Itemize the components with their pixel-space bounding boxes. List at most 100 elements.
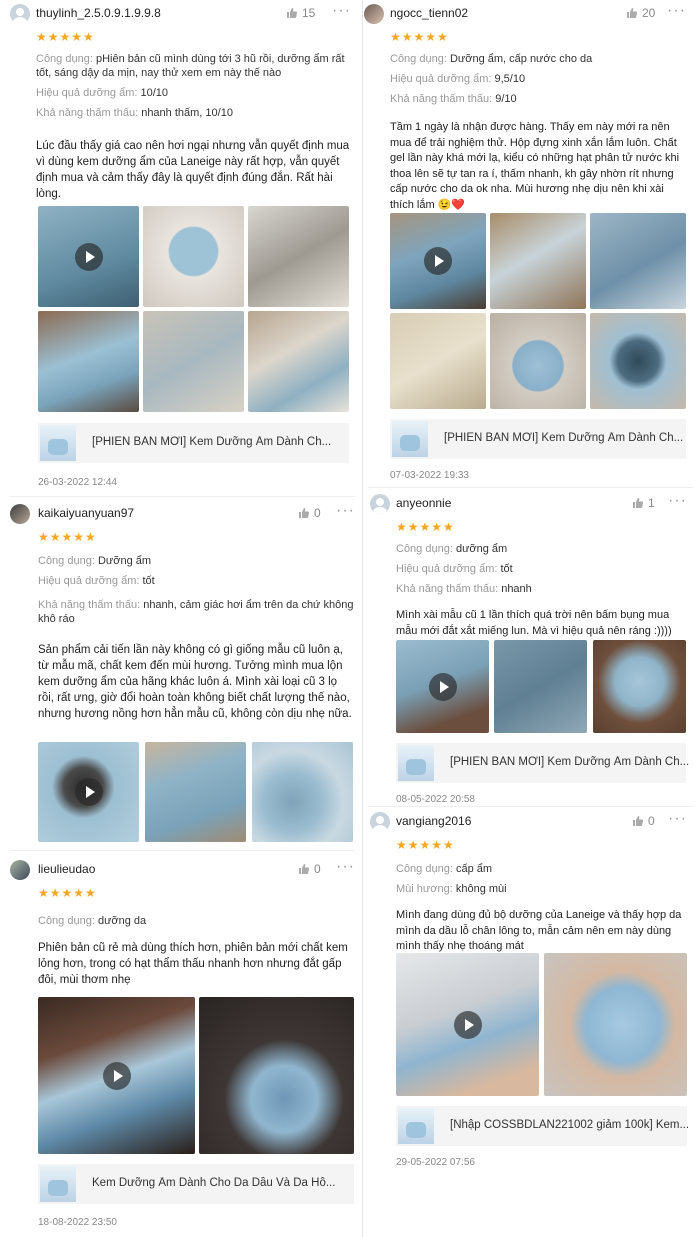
review-photo[interactable] — [143, 311, 244, 412]
review-photo[interactable] — [252, 742, 353, 842]
review-photo[interactable] — [248, 311, 349, 412]
review-date: 18-08-2022 23:50 — [38, 1217, 117, 1228]
play-icon[interactable] — [453, 1010, 482, 1039]
username[interactable]: ngocc_tienn02 — [390, 6, 468, 20]
play-icon[interactable] — [424, 247, 452, 275]
default-avatar-icon[interactable] — [10, 4, 30, 24]
attribute-value: tốt — [139, 575, 155, 587]
more-dots-icon[interactable]: ··· — [668, 492, 687, 510]
like-count: 15 — [302, 6, 316, 20]
like-button[interactable]: 0 — [298, 506, 321, 520]
like-button[interactable]: 0 — [298, 862, 321, 876]
review-photo[interactable] — [145, 742, 246, 842]
product-name: [PHIÊN BẢN MỚI] Kem Dưỡng Ẩm Dành Ch... — [444, 432, 684, 444]
review-video[interactable] — [390, 213, 486, 309]
more-dots-icon[interactable]: ··· — [668, 810, 687, 828]
product-thumbnail — [398, 745, 434, 781]
play-icon[interactable] — [428, 672, 457, 701]
star-rating: ★★★★★ — [38, 530, 97, 544]
more-dots-icon[interactable]: ··· — [336, 502, 355, 520]
review-photo[interactable] — [544, 953, 687, 1096]
attribute-key: Hiệu quả dưỡng ẩm: — [38, 575, 140, 587]
review-photo[interactable] — [590, 313, 686, 409]
review-video[interactable] — [38, 997, 195, 1154]
product-link[interactable]: [Nhập COSSBDLAN221002 giảm 100k] Kem... — [396, 1106, 689, 1146]
review-photo[interactable] — [199, 997, 354, 1154]
attribute-value: cấp ẩm — [452, 863, 493, 875]
attribute-key: Khả năng thấm thấu: — [36, 107, 139, 119]
attribute-value: 9,5/10 — [491, 73, 526, 85]
product-link[interactable]: [PHIÊN BẢN MỚI] Kem Dưỡng Ẩm Dành Ch... — [38, 423, 349, 463]
review-card: vangiang2016 0 ··· ★★★★★ Công dụng: cấp … — [370, 810, 690, 955]
review-date: 07-03-2022 19:33 — [390, 470, 469, 481]
attribute-row: Công dụng: Dưỡng ẩm, cấp nước cho da — [390, 52, 689, 66]
review-photo[interactable] — [590, 213, 686, 309]
like-button[interactable]: 15 — [286, 6, 315, 20]
review-video[interactable] — [396, 640, 489, 733]
attribute-row: Khả năng thấm thấu: 9/10 — [390, 92, 689, 106]
review-text: Phiên bản cũ rẻ mà dùng thích hơn, phiên… — [38, 942, 348, 986]
more-dots-icon[interactable]: ··· — [332, 2, 351, 20]
review-date: 26-03-2022 12:44 — [38, 477, 117, 488]
review-text: Lúc đầu thấy giá cao nên hơi ngại nhưng … — [36, 140, 350, 200]
attribute-value: Dưỡng ẩm — [94, 555, 152, 567]
star-rating: ★★★★★ — [36, 30, 95, 44]
thumb-up-icon — [299, 864, 310, 874]
review-separator — [10, 496, 355, 497]
attribute-key: Mùi hương: — [396, 883, 453, 895]
product-link[interactable]: [PHIÊN BẢN MỚI] Kem Dưỡng Ẩm Dành Ch... — [396, 743, 689, 783]
product-name: [PHIÊN BẢN MỚI] Kem Dưỡng Ẩm Dành Ch... — [92, 436, 332, 448]
attribute-row: Công dụng: dưỡng da — [38, 914, 355, 928]
username[interactable]: anyeonnie — [396, 496, 451, 510]
review-video[interactable] — [38, 206, 139, 307]
product-name: Kem Dưỡng Ẩm Dành Cho Da Dầu Và Da Hỗ... — [92, 1177, 336, 1189]
like-count: 20 — [642, 6, 656, 20]
review-photo[interactable] — [390, 313, 486, 409]
attribute-row: Hiệu quả dưỡng ẩm: tốt — [38, 574, 355, 588]
like-button[interactable]: 20 — [626, 6, 655, 20]
review-photo[interactable] — [143, 206, 244, 307]
like-count: 0 — [314, 506, 321, 520]
attribute-row: Công dụng: cấp ẩm — [396, 862, 690, 876]
product-thumbnail — [40, 1166, 76, 1202]
product-thumbnail — [40, 425, 76, 461]
play-icon[interactable] — [74, 778, 103, 806]
like-count: 1 — [648, 496, 655, 510]
play-icon[interactable] — [102, 1061, 131, 1090]
username[interactable]: kaikaiyuanyuan97 — [38, 506, 134, 520]
avatar[interactable] — [364, 4, 384, 24]
attribute-row: Công dụng: pHiên bản cũ mình dùng tới 3 … — [36, 52, 355, 80]
attribute-key: Công dụng: — [38, 555, 95, 567]
review-text: Mình đang dùng đủ bộ dưỡng của Laneige v… — [396, 909, 682, 952]
review-photo[interactable] — [593, 640, 686, 733]
default-avatar-icon[interactable] — [370, 494, 390, 514]
review-photo[interactable] — [38, 311, 139, 412]
review-video[interactable] — [38, 742, 139, 842]
review-video[interactable] — [396, 953, 539, 1096]
username[interactable]: thuylinh_2.5.0.9.1.9.9.8 — [36, 6, 161, 20]
like-button[interactable]: 0 — [632, 814, 655, 828]
review-photo[interactable] — [248, 206, 349, 307]
review-text: Tầm 1 ngày là nhận được hàng. Thấy em nà… — [390, 121, 680, 211]
review-photo[interactable] — [490, 213, 586, 309]
more-dots-icon[interactable]: ··· — [667, 2, 686, 20]
play-icon[interactable] — [74, 242, 103, 271]
review-card: anyeonnie 1 ··· ★★★★★ Công dụng: dưỡng ẩ… — [370, 492, 690, 639]
default-avatar-icon[interactable] — [370, 812, 390, 832]
username[interactable]: vangiang2016 — [396, 814, 471, 828]
like-button[interactable]: 1 — [632, 496, 655, 510]
attribute-value: dưỡng ẩm — [452, 543, 508, 555]
review-card: lieulieudao 0 ··· ★★★★★ Công dụng: dưỡng… — [10, 858, 355, 988]
review-date: 08-05-2022 20:58 — [396, 794, 475, 805]
product-link[interactable]: [PHIÊN BẢN MỚI] Kem Dưỡng Ẩm Dành Ch... — [390, 419, 686, 459]
star-rating: ★★★★★ — [396, 520, 455, 534]
username[interactable]: lieulieudao — [38, 862, 95, 876]
attribute-row: Khả năng thấm thấu: nhanh — [396, 582, 690, 596]
review-photo[interactable] — [494, 640, 587, 733]
avatar[interactable] — [10, 860, 30, 880]
attribute-key: Công dụng: — [390, 53, 447, 65]
product-link[interactable]: Kem Dưỡng Ẩm Dành Cho Da Dầu Và Da Hỗ... — [38, 1164, 354, 1204]
avatar[interactable] — [10, 504, 30, 524]
review-photo[interactable] — [490, 313, 586, 409]
more-dots-icon[interactable]: ··· — [336, 858, 355, 876]
